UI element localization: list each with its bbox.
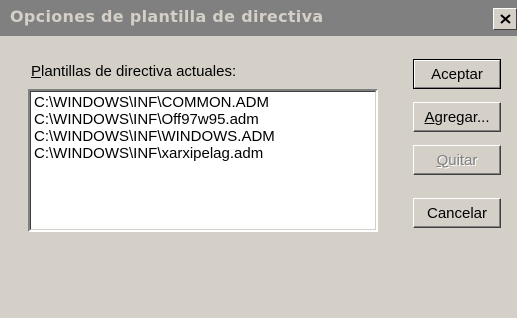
add-button[interactable]: Agregar... <box>413 102 501 132</box>
policy-template-options-dialog: Opciones de plantilla de directiva Plant… <box>0 0 517 318</box>
remove-button-label: uitar <box>448 151 478 169</box>
remove-button-mnemonic: Q <box>436 151 449 169</box>
cancel-button[interactable]: Cancelar <box>413 198 501 228</box>
templates-list: C:\WINDOWS\INF\COMMON.ADM C:\WINDOWS\INF… <box>34 94 275 162</box>
title-bar[interactable]: Opciones de plantilla de directiva <box>0 0 517 36</box>
accept-button[interactable]: Aceptar <box>413 59 501 89</box>
accept-button-label: Aceptar <box>431 65 483 83</box>
list-item[interactable]: C:\WINDOWS\INF\xarxipelag.adm <box>34 145 275 162</box>
label-text: lantillas de directiva actuales: <box>41 63 237 80</box>
window-title: Opciones de plantilla de directiva <box>10 7 324 26</box>
add-button-label: gregar... <box>434 108 490 126</box>
cancel-button-label: Cancelar <box>426 204 488 222</box>
list-item[interactable]: C:\WINDOWS\INF\WINDOWS.ADM <box>34 128 275 145</box>
templates-listbox[interactable]: C:\WINDOWS\INF\COMMON.ADM C:\WINDOWS\INF… <box>28 89 378 232</box>
close-button[interactable] <box>493 8 517 30</box>
list-item[interactable]: C:\WINDOWS\INF\Off97w95.adm <box>34 111 275 128</box>
label-mnemonic: P <box>31 63 42 80</box>
current-templates-label: Plantillas de directiva actuales: <box>31 63 236 80</box>
close-icon <box>500 14 511 24</box>
list-item[interactable]: C:\WINDOWS\INF\COMMON.ADM <box>34 94 275 111</box>
remove-button[interactable]: Quitar <box>413 145 501 175</box>
add-button-mnemonic: A <box>424 108 435 126</box>
